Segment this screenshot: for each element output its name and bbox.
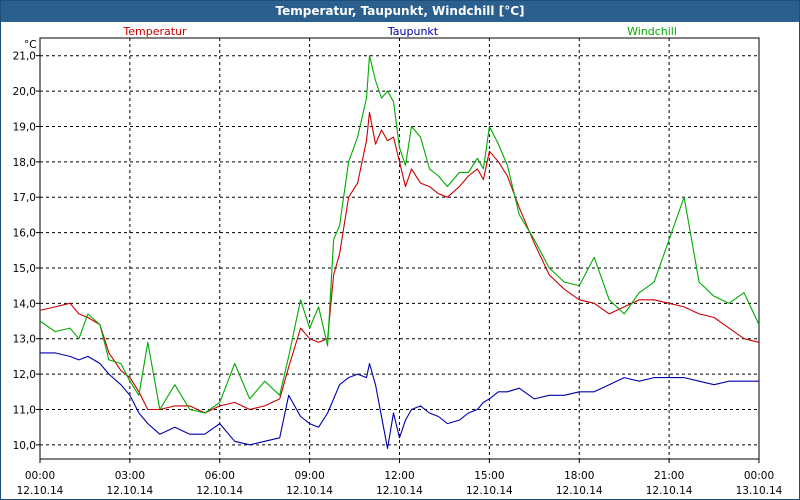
series-line-windchill (39, 55, 760, 414)
x-tick-time: 03:00 (115, 470, 145, 482)
x-tick-date: 12.10.14 (286, 485, 333, 497)
grid-lines (36, 38, 760, 463)
x-tick-date: 12.10.14 (196, 485, 243, 497)
y-tick-label: 19,0 (13, 121, 36, 133)
x-tick-date: 12.10.14 (376, 485, 423, 497)
y-tick-label: 11,0 (13, 404, 36, 416)
x-tick-date: 12.10.14 (466, 485, 513, 497)
y-axis-unit: °C (24, 39, 37, 51)
legend-temperatur: Temperatur (122, 25, 187, 38)
x-tick-date: 12.10.14 (106, 485, 153, 497)
x-tick-time: 06:00 (205, 470, 235, 482)
x-tick-date: 12.10.14 (646, 485, 693, 497)
x-tick-time: 15:00 (474, 470, 504, 482)
y-tick-label: 12,0 (13, 369, 36, 381)
y-tick-label: 14,0 (13, 298, 36, 310)
x-tick-date: 12.10.14 (556, 485, 603, 497)
x-tick-time: 00:00 (25, 470, 55, 482)
y-tick-label: 16,0 (13, 228, 36, 240)
legend: Temperatur Taupunkt Windchill (122, 25, 677, 38)
x-tick-date: 12.10.14 (17, 485, 64, 497)
y-tick-label: 10,0 (13, 440, 36, 452)
legend-taupunkt: Taupunkt (387, 25, 439, 38)
y-tick-label: 15,0 (13, 263, 36, 275)
legend-windchill: Windchill (627, 25, 677, 38)
y-tick-label: 17,0 (13, 192, 36, 204)
y-tick-label: 13,0 (13, 334, 36, 346)
y-tick-label: 21,0 (13, 51, 36, 63)
line-chart: 10,0 11,0 12,0 13,0 14,0 15,0 16,0 17,0 18,0 19,0… (13, 25, 783, 497)
series-layer (39, 55, 760, 449)
x-tick-time: 09:00 (294, 470, 324, 482)
x-tick-date: 13.10.14 (736, 485, 783, 497)
x-tick-time: 21:00 (654, 470, 684, 482)
y-tick-label: 18,0 (13, 157, 36, 169)
x-tick-time: 00:00 (744, 470, 774, 482)
y-tick-label: 20,0 (13, 86, 36, 98)
x-tick-time: 18:00 (564, 470, 594, 482)
x-tick-time: 12:00 (384, 470, 414, 482)
